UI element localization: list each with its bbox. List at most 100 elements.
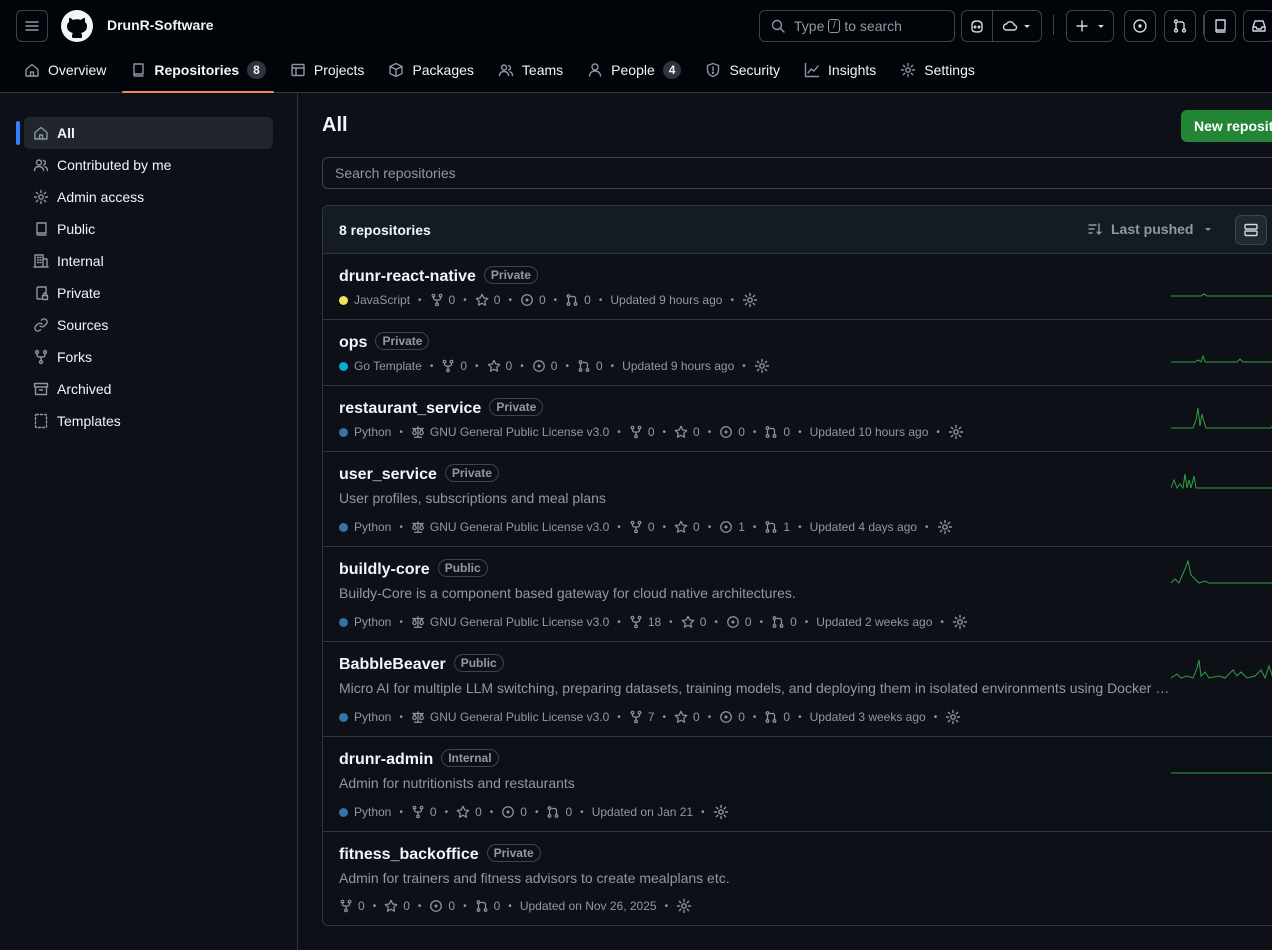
pull-requests-count[interactable]: 1 — [764, 520, 790, 534]
issues-count[interactable]: 0 — [501, 805, 527, 819]
sidebar-item-admin-access[interactable]: Admin access — [24, 181, 273, 213]
repo-updated: Updated 2 weeks ago — [816, 615, 933, 629]
sort-dropdown[interactable]: Last pushed — [1087, 221, 1213, 237]
gear-icon[interactable] — [742, 292, 758, 308]
new-repository-button[interactable]: New repository — [1181, 110, 1272, 142]
repo-language: Python — [354, 805, 392, 819]
stars-value: 0 — [693, 520, 700, 534]
sidebar-item-all[interactable]: All — [16, 117, 273, 149]
search-repositories-input[interactable]: Search repositories — [322, 157, 1272, 189]
gear-icon[interactable] — [754, 358, 770, 374]
forks-count[interactable]: 0 — [629, 520, 655, 534]
org-tabs: Overview Repositories 8 Projects Package… — [16, 52, 991, 93]
forks-count[interactable]: 0 — [441, 359, 467, 373]
forks-value: 7 — [647, 710, 655, 724]
repo-name-link[interactable]: buildly-core — [339, 561, 430, 578]
meta-separator: • — [598, 294, 603, 306]
stars-value: 0 — [493, 293, 501, 307]
repo-name-link[interactable]: drunr-admin — [339, 751, 433, 768]
forks-count[interactable]: 0 — [430, 293, 455, 307]
list-view-button[interactable] — [1235, 215, 1267, 245]
pull-requests-button[interactable] — [1164, 10, 1196, 42]
law-icon — [412, 521, 424, 533]
repo-name-link[interactable]: BabbleBeaver — [339, 656, 446, 673]
forks-count[interactable]: 0 — [339, 899, 365, 913]
stars-count[interactable]: 0 — [384, 899, 410, 913]
issues-count[interactable]: 0 — [719, 425, 745, 439]
meta-separator: • — [617, 426, 621, 438]
prs-value: 0 — [790, 615, 797, 629]
sidebar-item-sources[interactable]: Sources — [24, 309, 273, 341]
create-new-button[interactable] — [1066, 10, 1114, 42]
pull-requests-count[interactable]: 0 — [771, 615, 797, 629]
pull-requests-count[interactable]: 0 — [764, 710, 790, 724]
repo-name-link[interactable]: fitness_backoffice — [339, 846, 479, 863]
tab-teams[interactable]: Teams — [490, 52, 571, 88]
sidebar-item-templates[interactable]: Templates — [24, 405, 273, 437]
repo-name-link[interactable]: drunr-react-native — [339, 268, 476, 285]
sidebar-item-private[interactable]: Private — [24, 277, 273, 309]
tab-security[interactable]: Security — [697, 52, 788, 88]
pull-requests-count[interactable]: 0 — [546, 805, 572, 819]
pull-requests-count[interactable]: 0 — [475, 899, 500, 913]
issues-count[interactable]: 0 — [532, 359, 557, 373]
tab-people[interactable]: People 4 — [579, 52, 689, 88]
issues-count[interactable]: 1 — [719, 520, 745, 534]
issues-value: 0 — [744, 615, 752, 629]
repositories-button[interactable] — [1204, 10, 1236, 42]
search-icon — [771, 19, 785, 33]
issues-count[interactable]: 0 — [520, 293, 546, 307]
meta-separator: • — [508, 900, 512, 912]
meta-separator: • — [701, 806, 705, 818]
repo-name-link[interactable]: restaurant_service — [339, 400, 481, 417]
gear-icon[interactable] — [937, 519, 953, 535]
menu-button[interactable] — [16, 10, 48, 42]
repo-name-link[interactable]: ops — [339, 334, 367, 351]
sidebar-item-label: Public — [57, 221, 96, 237]
sidebar-item-public[interactable]: Public — [24, 213, 273, 245]
forks-count[interactable]: 18 — [629, 615, 661, 629]
sidebar-item-internal[interactable]: Internal — [24, 245, 273, 277]
stars-count[interactable]: 0 — [681, 615, 706, 629]
tab-packages[interactable]: Packages — [380, 52, 481, 88]
org-name[interactable]: DrunR-Software — [107, 17, 214, 33]
repo-meta: Python • GNU General Public License v3.0… — [339, 614, 968, 630]
gear-icon[interactable] — [713, 804, 729, 820]
stars-count[interactable]: 0 — [487, 359, 512, 373]
tab-insights[interactable]: Insights — [796, 52, 884, 88]
tab-settings[interactable]: Settings — [892, 52, 983, 88]
tab-label: Settings — [924, 62, 975, 78]
issues-button[interactable] — [1124, 10, 1156, 42]
gear-icon[interactable] — [676, 898, 692, 914]
pull-requests-count[interactable]: 0 — [577, 359, 603, 373]
global-search[interactable]: Type / to search — [759, 10, 955, 42]
tab-overview[interactable]: Overview — [16, 52, 114, 88]
tab-repositories[interactable]: Repositories 8 — [122, 52, 274, 93]
sidebar-item-forks[interactable]: Forks — [24, 341, 273, 373]
gear-icon[interactable] — [945, 709, 961, 725]
issues-count[interactable]: 0 — [726, 615, 752, 629]
pull-requests-count[interactable]: 0 — [764, 425, 790, 439]
forks-count[interactable]: 7 — [629, 710, 655, 724]
sidebar-item-archived[interactable]: Archived — [24, 373, 273, 405]
sidebar-item-contributed[interactable]: Contributed by me — [24, 149, 273, 181]
tab-projects[interactable]: Projects — [282, 52, 373, 88]
issues-count[interactable]: 0 — [719, 710, 745, 724]
copilot-button[interactable] — [962, 11, 993, 41]
stars-count[interactable]: 0 — [456, 805, 482, 819]
repo-name-link[interactable]: user_service — [339, 466, 437, 483]
gear-icon[interactable] — [948, 424, 964, 440]
stars-count[interactable]: 0 — [475, 293, 501, 307]
gear-icon[interactable] — [952, 614, 968, 630]
forks-count[interactable]: 0 — [629, 425, 655, 439]
pull-requests-count[interactable]: 0 — [565, 293, 591, 307]
forks-count[interactable]: 0 — [411, 805, 437, 819]
stars-count[interactable]: 0 — [674, 710, 700, 724]
stars-count[interactable]: 0 — [674, 520, 700, 534]
issues-count[interactable]: 0 — [429, 899, 455, 913]
inbox-button[interactable] — [1243, 10, 1272, 42]
copilot-dropdown-button[interactable] — [993, 11, 1041, 41]
github-logo-icon[interactable] — [61, 10, 93, 42]
stars-count[interactable]: 0 — [674, 425, 700, 439]
issues-value: 0 — [520, 805, 527, 819]
